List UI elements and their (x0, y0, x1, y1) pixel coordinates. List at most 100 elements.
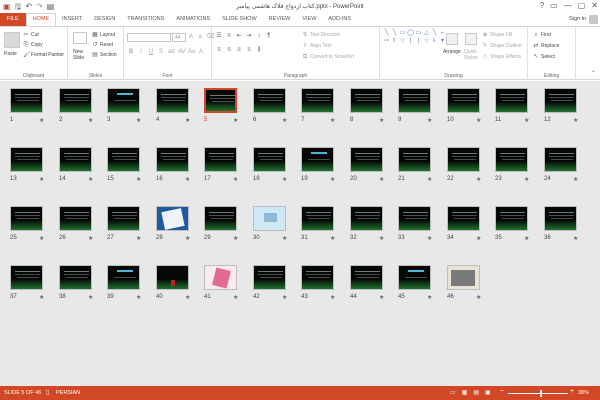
slide-thumbnail[interactable] (156, 206, 189, 231)
slide-thumbnail[interactable] (398, 147, 431, 172)
transition-star-icon[interactable]: ★ (379, 294, 384, 301)
slide-thumbnail[interactable] (447, 147, 480, 172)
transition-star-icon[interactable]: ★ (185, 117, 190, 124)
slide-thumbnail[interactable] (59, 88, 92, 113)
slide-thumbnail[interactable] (544, 206, 577, 231)
slide-thumbnail[interactable] (301, 88, 334, 113)
shadow-icon[interactable]: S (158, 49, 164, 55)
slide-thumbnail[interactable] (301, 265, 334, 290)
proofing-icon[interactable]: ▯ (46, 389, 49, 396)
slide-thumbnail[interactable] (447, 206, 480, 231)
tab-design[interactable]: DESIGN (88, 13, 121, 26)
transition-star-icon[interactable]: ★ (185, 176, 190, 183)
slide-thumbnail[interactable] (59, 147, 92, 172)
transition-star-icon[interactable]: ★ (88, 294, 93, 301)
slide-thumbnail[interactable] (350, 265, 383, 290)
slide-thumbnail[interactable] (350, 147, 383, 172)
slide-thumbnail[interactable] (107, 88, 140, 113)
font-name-combo[interactable] (127, 33, 171, 42)
transition-star-icon[interactable]: ★ (427, 235, 432, 242)
zoom-out-button[interactable]: − (500, 388, 504, 395)
columns-icon[interactable]: ⫼ (256, 47, 262, 53)
find-button[interactable]: ⌕ Find (533, 32, 550, 38)
paste-button[interactable]: Paste (4, 51, 17, 57)
slide-thumbnail[interactable] (398, 206, 431, 231)
shape-brace-icon[interactable]: { (407, 38, 414, 45)
slide-thumbnail[interactable] (447, 265, 480, 290)
slide-thumbnail[interactable] (204, 265, 237, 290)
transition-star-icon[interactable]: ★ (573, 176, 578, 183)
slide-thumbnail[interactable] (253, 265, 286, 290)
slide-thumbnail[interactable] (204, 206, 237, 231)
shape-effects-button[interactable]: ◇ Shape Effects (482, 54, 521, 60)
copy-button[interactable]: ⎘ Copy (23, 42, 43, 48)
slide-thumbnail[interactable] (156, 265, 189, 290)
quick-styles-icon[interactable] (465, 33, 477, 45)
normal-view-icon[interactable]: ▭ (450, 389, 456, 396)
transition-star-icon[interactable]: ★ (136, 117, 141, 124)
help-icon[interactable]: ? (540, 1, 544, 10)
numbering-icon[interactable]: ≡ (226, 33, 232, 39)
transition-star-icon[interactable]: ★ (379, 235, 384, 242)
slide-thumbnail[interactable] (253, 147, 286, 172)
transition-star-icon[interactable]: ★ (330, 294, 335, 301)
transition-star-icon[interactable]: ★ (476, 117, 481, 124)
zoom-in-button[interactable]: + (570, 388, 574, 395)
transition-star-icon[interactable]: ★ (282, 235, 287, 242)
slide-thumbnail[interactable] (495, 88, 528, 113)
collapse-ribbon-icon[interactable]: ⌃ (591, 70, 596, 77)
transition-star-icon[interactable]: ★ (476, 235, 481, 242)
shape-line-icon[interactable]: ╲ (391, 30, 398, 37)
slide-thumbnail[interactable] (544, 88, 577, 113)
italic-icon[interactable]: I (138, 49, 144, 55)
slide-thumbnail[interactable] (544, 147, 577, 172)
align-left-icon[interactable]: ≡ (216, 47, 222, 53)
tab-file[interactable]: FILE (0, 13, 26, 26)
maximize-icon[interactable]: ▢ (578, 1, 586, 10)
transition-star-icon[interactable]: ★ (39, 117, 44, 124)
transition-star-icon[interactable]: ★ (282, 117, 287, 124)
rtl-icon[interactable]: ¶ (266, 33, 272, 39)
layout-button[interactable]: ▦ Layout (92, 32, 115, 38)
bold-icon[interactable]: B (128, 49, 134, 55)
transition-star-icon[interactable]: ★ (88, 117, 93, 124)
transition-star-icon[interactable]: ★ (185, 294, 190, 301)
shape-star-icon[interactable]: ☆ (423, 38, 430, 45)
transition-star-icon[interactable]: ★ (330, 176, 335, 183)
slide-thumbnail[interactable] (301, 206, 334, 231)
shape-arrow-icon[interactable]: ⇩ (431, 38, 438, 45)
shape-triangle-icon[interactable]: △ (423, 30, 430, 37)
slide-thumbnail[interactable] (350, 206, 383, 231)
shrink-font-icon[interactable]: a (197, 34, 203, 40)
tab-slide-show[interactable]: SLIDE SHOW (216, 13, 263, 26)
format-painter-button[interactable]: 🖌 Format Painter (23, 52, 64, 58)
strikethrough-icon[interactable]: ab (168, 49, 175, 55)
slide-thumbnail[interactable] (495, 206, 528, 231)
slide-thumbnail[interactable] (59, 206, 92, 231)
shape-line-icon[interactable]: ╲ (431, 30, 438, 37)
shape-brace-icon[interactable]: } (415, 38, 422, 45)
slide-sorter[interactable]: 1 ★ 2 ★ 3 ★ 4 ★ 5 ★ 6 ★ 7 ★ 8 ★ 9 ★ 10 ★ 11 ★ 12 ★ 13 ★ 14 ★ 15 ★ 16 ★ 1… (0, 81, 600, 386)
tab-add-ins[interactable]: ADD-INS (322, 13, 357, 26)
transition-star-icon[interactable]: ★ (88, 176, 93, 183)
shape-outline-button[interactable]: ✎ Shape Outline (482, 43, 521, 49)
transition-star-icon[interactable]: ★ (379, 117, 384, 124)
transition-star-icon[interactable]: ★ (39, 294, 44, 301)
transition-star-icon[interactable]: ★ (136, 294, 141, 301)
increase-indent-icon[interactable]: ⇥ (246, 33, 252, 39)
shape-star-icon[interactable]: ☆ (399, 38, 406, 45)
tab-view[interactable]: VIEW (296, 13, 322, 26)
transition-star-icon[interactable]: ★ (330, 117, 335, 124)
tab-animations[interactable]: ANIMATIONS (170, 13, 216, 26)
sign-in-link[interactable]: Sign in (569, 16, 586, 22)
align-center-icon[interactable]: ≡ (226, 47, 232, 53)
slide-thumbnail[interactable] (107, 147, 140, 172)
new-slide-button[interactable]: New Slide (73, 49, 84, 61)
transition-star-icon[interactable]: ★ (524, 235, 529, 242)
shape-fill-button[interactable]: ◈ Shape Fill (482, 32, 513, 38)
slide-thumbnail[interactable] (301, 147, 334, 172)
transition-star-icon[interactable]: ★ (88, 235, 93, 242)
reset-button[interactable]: ↺ Reset (92, 42, 113, 48)
transition-star-icon[interactable]: ★ (427, 117, 432, 124)
align-right-icon[interactable]: ≡ (236, 47, 242, 53)
